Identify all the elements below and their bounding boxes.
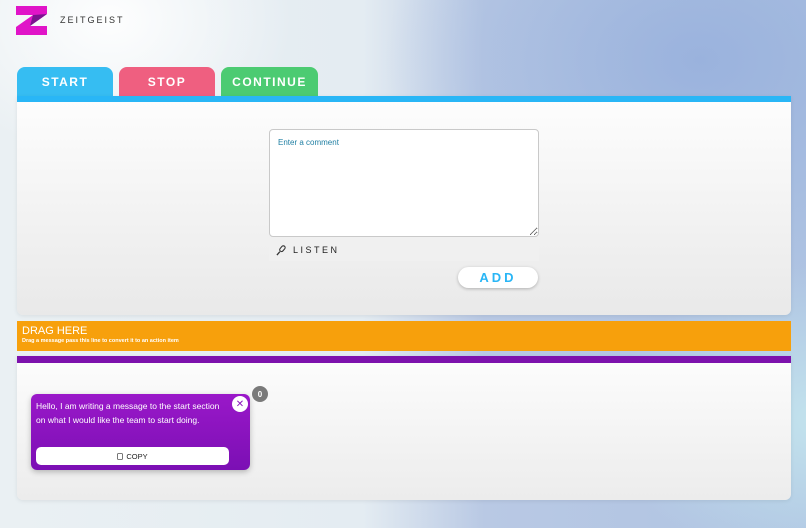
- drag-zone-subtitle: Drag a message pass this line to convert…: [22, 338, 179, 344]
- tab-stop[interactable]: STOP: [119, 67, 215, 96]
- add-button[interactable]: ADD: [458, 267, 538, 288]
- zeitgeist-logo[interactable]: [16, 6, 48, 35]
- message-text: Hello, I am writing a message to the sta…: [36, 401, 220, 425]
- close-icon[interactable]: ✕: [232, 396, 248, 412]
- comment-input[interactable]: [269, 129, 539, 237]
- brand-name: ZEITGEIST: [60, 15, 125, 25]
- tab-start[interactable]: START: [17, 67, 113, 96]
- listen-button[interactable]: LISTEN: [269, 239, 539, 261]
- listen-label: LISTEN: [293, 245, 340, 255]
- drag-zone-title: DRAG HERE: [22, 325, 88, 337]
- copy-icon: [117, 452, 124, 460]
- microphone-icon: [276, 244, 286, 256]
- copy-label: COPY: [126, 451, 148, 461]
- drag-zone[interactable]: DRAG HERE Drag a message pass this line …: [17, 321, 791, 351]
- message-count-badge: 0: [252, 386, 268, 402]
- message-card[interactable]: Hello, I am writing a message to the sta…: [31, 394, 250, 470]
- tab-continue[interactable]: CONTINUE: [221, 67, 318, 96]
- copy-button[interactable]: COPY: [36, 447, 229, 465]
